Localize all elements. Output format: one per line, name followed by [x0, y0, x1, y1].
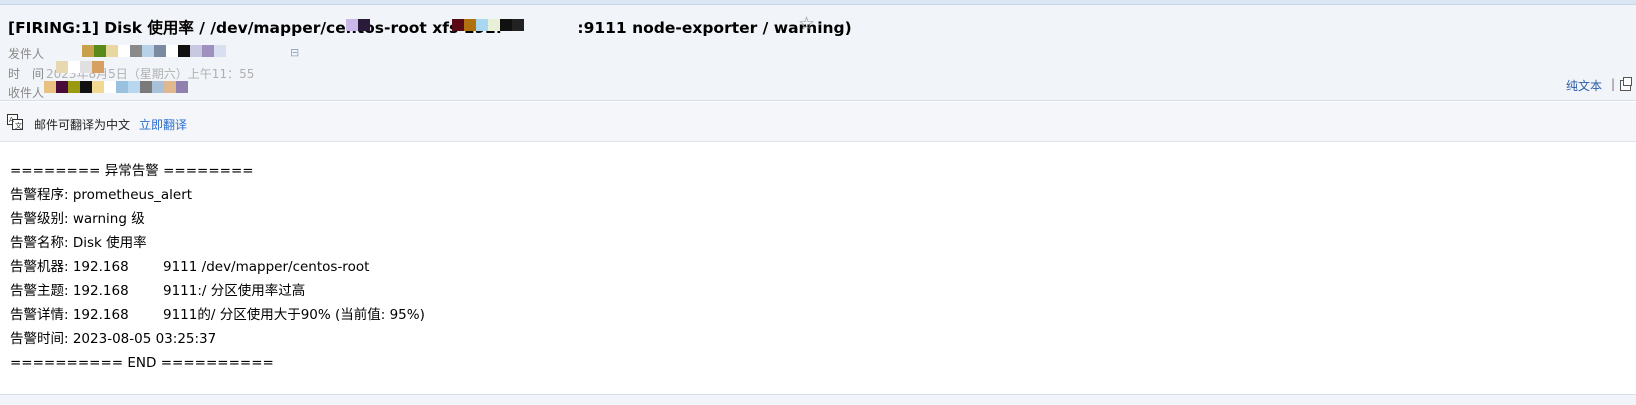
translate-icon: A 文 [7, 114, 23, 130]
email-header: [FIRING:1] Disk 使用率 / /dev/mapper/centos… [0, 5, 1636, 101]
body-line-level: 告警级别: warning 级 [10, 211, 145, 227]
translate-notice: 邮件可翻译为中文 [34, 118, 131, 132]
footer-border [0, 394, 1636, 405]
body-line-time: 告警时间: 2023-08-05 03:25:37 [10, 331, 217, 347]
time-label: 时 间 [8, 67, 45, 81]
time-row: 时 间 2023年8月5日（星期六）上午11：55 [8, 65, 254, 82]
translate-bar: A 文 邮件可翻译为中文 立即翻译 [0, 102, 1636, 142]
sender-row: 发件人 [8, 45, 46, 62]
redaction-mosaic [56, 61, 104, 73]
body-line-machine: 告警机器: 192.168 9111 /dev/mapper/centos-ro… [10, 259, 370, 275]
translate-now-link[interactable]: 立即翻译 [139, 116, 187, 133]
email-subject: [FIRING:1] Disk 使用率 / /dev/mapper/centos… [8, 19, 852, 37]
body-line-program: 告警程序: prometheus_alert [10, 187, 193, 203]
body-line-topic: 告警主题: 192.168 9111:/ 分区使用率过高 [10, 283, 306, 299]
plain-text-link[interactable]: 纯文本 [1566, 77, 1602, 94]
redaction-mosaic [82, 45, 226, 57]
svg-text:A: A [9, 116, 14, 124]
body-line-detail: 告警详情: 192.168 9111的/ 分区使用大于90% (当前值: 95%… [10, 307, 425, 323]
recipient-label: 收件人 [8, 86, 45, 100]
body-line-name: 告警名称: Disk 使用率 [10, 235, 147, 251]
recipient-row: 收件人 [8, 84, 46, 101]
redaction-mosaic [346, 19, 370, 31]
separator: | [1611, 77, 1616, 91]
contact-card-icon[interactable]: ⊟ [290, 46, 299, 59]
popout-icon[interactable] [1620, 77, 1632, 91]
star-icon[interactable]: ☆ [798, 13, 815, 35]
body-line-header: ======== 异常告警 ======== [10, 163, 254, 179]
redaction-mosaic [452, 19, 524, 31]
redaction-mosaic [44, 81, 188, 93]
svg-text:文: 文 [15, 121, 22, 130]
email-body: ======== 异常告警 ======== 告警程序: prometheus_… [10, 159, 1610, 375]
sender-label: 发件人 [8, 47, 45, 61]
body-line-footer: ========== END ========== [10, 355, 274, 371]
